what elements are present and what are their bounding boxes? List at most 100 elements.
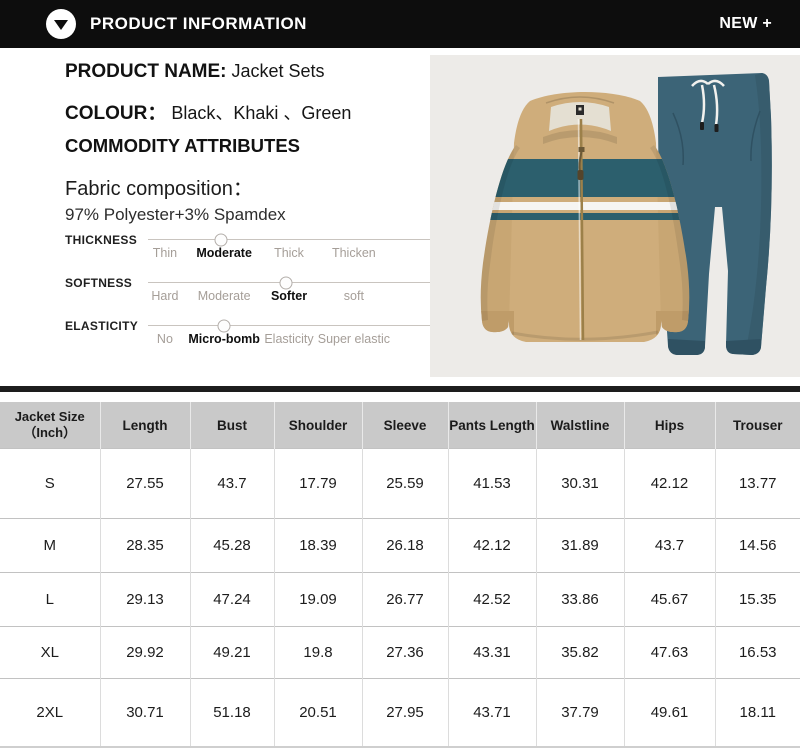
attribute-slider-knob[interactable]	[218, 319, 231, 332]
table-cell: 27.95	[362, 679, 448, 747]
table-cell: 43.71	[448, 679, 536, 747]
table-cell: 19.09	[274, 573, 362, 627]
product-info-page: PRODUCT INFORMATION NEW + PRODUCT NAME: …	[0, 0, 800, 750]
table-cell: 26.18	[362, 519, 448, 573]
table-row: 2XL30.7151.1820.5127.9543.7137.7949.6118…	[0, 679, 800, 747]
column-header: Shoulder	[274, 402, 362, 449]
fabric-composition-label: Fabric composition：	[65, 172, 253, 201]
column-header: Trouser	[715, 402, 800, 449]
size-table: Jacket Size （Inch）LengthBustShoulderSlee…	[0, 402, 800, 747]
attribute-row-thickness: THICKNESS Thin Moderate Thick Thicken	[65, 228, 440, 268]
table-cell: 33.86	[536, 573, 624, 627]
table-cell: 30.31	[536, 449, 624, 519]
attribute-row-softness: SOFTNESSHardModerateSoftersoft	[65, 271, 440, 311]
table-bottom-divider	[0, 746, 800, 748]
attribute-option: Elasticity	[264, 332, 313, 346]
size-cell: 2XL	[0, 679, 100, 747]
table-cell: 49.61	[624, 679, 715, 747]
table-cell: 15.35	[715, 573, 800, 627]
table-cell: 17.79	[274, 449, 362, 519]
commodity-attributes-heading: COMMODITY ATTRIBUTES	[65, 135, 300, 157]
product-info-section: PRODUCT NAME: Jacket Sets COLOUR： Black、…	[65, 58, 440, 233]
table-cell: 41.53	[448, 449, 536, 519]
attribute-slider-knob[interactable]	[215, 233, 228, 246]
attribute-option: Hard	[151, 289, 178, 303]
attribute-option: Moderate	[196, 246, 252, 260]
colour-label: COLOUR：	[65, 103, 166, 124]
column-header: Length	[100, 402, 190, 449]
table-cell: 29.13	[100, 573, 190, 627]
table-cell: 28.35	[100, 519, 190, 573]
table-cell: 51.18	[190, 679, 274, 747]
attribute-row-elasticity: ELASTICITY No Micro-bomb Elasticity Super el…	[65, 314, 440, 354]
fabric-composition-value: 97% Polyester+3% Spamdex	[65, 205, 286, 225]
table-cell: 37.79	[536, 679, 624, 747]
colour-value: Black、Khaki 、Green	[171, 103, 351, 123]
table-cell: 43.7	[190, 449, 274, 519]
table-cell: 42.52	[448, 573, 536, 627]
header-bar: PRODUCT INFORMATION NEW +	[0, 0, 800, 48]
attribute-option: Moderate	[198, 289, 251, 303]
table-cell: 45.67	[624, 573, 715, 627]
table-cell: 43.7	[624, 519, 715, 573]
attribute-option: Thicken	[332, 246, 376, 260]
table-cell: 47.63	[624, 627, 715, 679]
attribute-sliders: THICKNESS Thin Moderate Thick Thicken SOFTNES…	[65, 228, 440, 360]
attribute-options: HardModerateSoftersoft	[148, 289, 430, 307]
table-cell: 27.55	[100, 449, 190, 519]
product-name-value: Jacket Sets	[232, 61, 325, 81]
attribute-slider-track[interactable]	[148, 325, 430, 326]
table-cell: 14.56	[715, 519, 800, 573]
column-header: Jacket Size （Inch）	[0, 402, 100, 449]
attribute-option: soft	[344, 289, 364, 303]
attribute-option: Micro-bomb	[188, 332, 260, 346]
table-cell: 16.53	[715, 627, 800, 679]
table-cell: 45.28	[190, 519, 274, 573]
table-cell: 43.31	[448, 627, 536, 679]
table-cell: 18.11	[715, 679, 800, 747]
column-header: Bust	[190, 402, 274, 449]
product-name-line: PRODUCT NAME: Jacket Sets	[65, 61, 325, 83]
table-top-divider	[0, 386, 800, 392]
size-cell: L	[0, 573, 100, 627]
table-cell: 30.71	[100, 679, 190, 747]
column-header: Hips	[624, 402, 715, 449]
table-cell: 18.39	[274, 519, 362, 573]
product-name-label: PRODUCT NAME:	[65, 61, 227, 82]
product-photo	[430, 55, 800, 377]
attribute-slider-knob[interactable]	[280, 276, 293, 289]
table-cell: 42.12	[624, 449, 715, 519]
attribute-slider-track[interactable]	[148, 239, 430, 240]
table-row: L29.1347.2419.0926.7742.5233.8645.6715.3…	[0, 573, 800, 627]
table-cell: 19.8	[274, 627, 362, 679]
attribute-options: Thin Moderate Thick Thicken	[148, 246, 430, 264]
attribute-option: No	[157, 332, 173, 346]
attribute-option: Thin	[153, 246, 177, 260]
table-cell: 49.21	[190, 627, 274, 679]
attribute-option: Super elastic	[318, 332, 390, 346]
table-cell: 26.77	[362, 573, 448, 627]
table-cell: 31.89	[536, 519, 624, 573]
triangle-glyph	[54, 20, 68, 30]
triangle-down-icon	[46, 9, 76, 39]
table-cell: 42.12	[448, 519, 536, 573]
size-cell: XL	[0, 627, 100, 679]
table-cell: 35.82	[536, 627, 624, 679]
table-cell: 13.77	[715, 449, 800, 519]
new-link[interactable]: NEW +	[719, 15, 772, 33]
page-title: PRODUCT INFORMATION	[90, 14, 307, 34]
attribute-option: Thick	[274, 246, 304, 260]
table-header-row: Jacket Size （Inch）LengthBustShoulderSlee…	[0, 402, 800, 449]
size-cell: S	[0, 449, 100, 519]
colour-line: COLOUR： Black、Khaki 、Green	[65, 98, 351, 125]
table-cell: 20.51	[274, 679, 362, 747]
column-header: Pants Length	[448, 402, 536, 449]
column-header: Walstline	[536, 402, 624, 449]
table-cell: 25.59	[362, 449, 448, 519]
attribute-label: ELASTICITY	[65, 319, 138, 333]
table-row: S27.5543.717.7925.5941.5330.3142.1213.77	[0, 449, 800, 519]
attribute-label: SOFTNESS	[65, 276, 132, 290]
size-cell: M	[0, 519, 100, 573]
attribute-label: THICKNESS	[65, 233, 137, 247]
column-header: Sleeve	[362, 402, 448, 449]
